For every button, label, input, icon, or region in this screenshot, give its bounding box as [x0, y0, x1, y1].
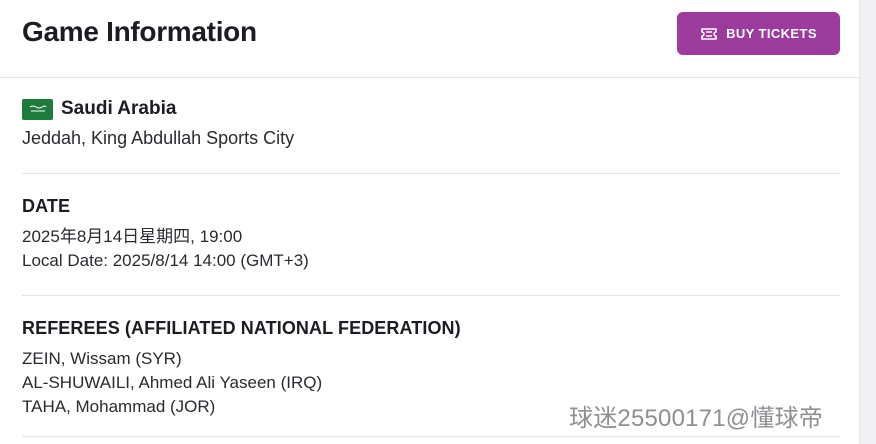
section-divider — [22, 173, 840, 174]
date-section: DATE 2025年8月14日星期四, 19:00 Local Date: 20… — [22, 196, 840, 273]
buy-tickets-button[interactable]: BUY TICKETS — [677, 12, 840, 55]
country-name: Saudi Arabia — [61, 98, 177, 119]
referees-label: REFEREES (AFFILIATED NATIONAL FEDERATION… — [22, 318, 461, 338]
watermark-text: 球迷25500171@懂球帝 — [569, 405, 823, 432]
game-information-panel: Game Information BUY TICKETS Saudi Arabi… — [0, 0, 860, 444]
section-divider — [22, 436, 840, 437]
page-title: Game Information — [22, 16, 257, 47]
country-row: Saudi Arabia — [22, 98, 840, 120]
panel-header: Game Information BUY TICKETS — [0, 0, 860, 78]
saudi-arabia-flag-icon — [22, 98, 53, 120]
date-label: DATE — [22, 196, 71, 216]
location-section: Saudi Arabia Jeddah, King Abdullah Sport… — [22, 98, 840, 149]
section-divider — [22, 295, 840, 296]
buy-tickets-label: BUY TICKETS — [726, 26, 817, 41]
referee-item: AL-SHUWAILI, Ahmed Ali Yaseen (IRQ) — [22, 373, 323, 392]
referee-item: ZEIN, Wissam (SYR) — [22, 349, 182, 368]
vertical-scrollbar[interactable] — [859, 0, 876, 444]
ticket-icon — [700, 25, 718, 43]
venue-text: Jeddah, King Abdullah Sports City — [22, 128, 295, 148]
local-date-line: Local Date: 2025/8/14 14:00 (GMT+3) — [22, 251, 309, 270]
date-line: 2025年8月14日星期四, 19:00 — [22, 227, 243, 246]
